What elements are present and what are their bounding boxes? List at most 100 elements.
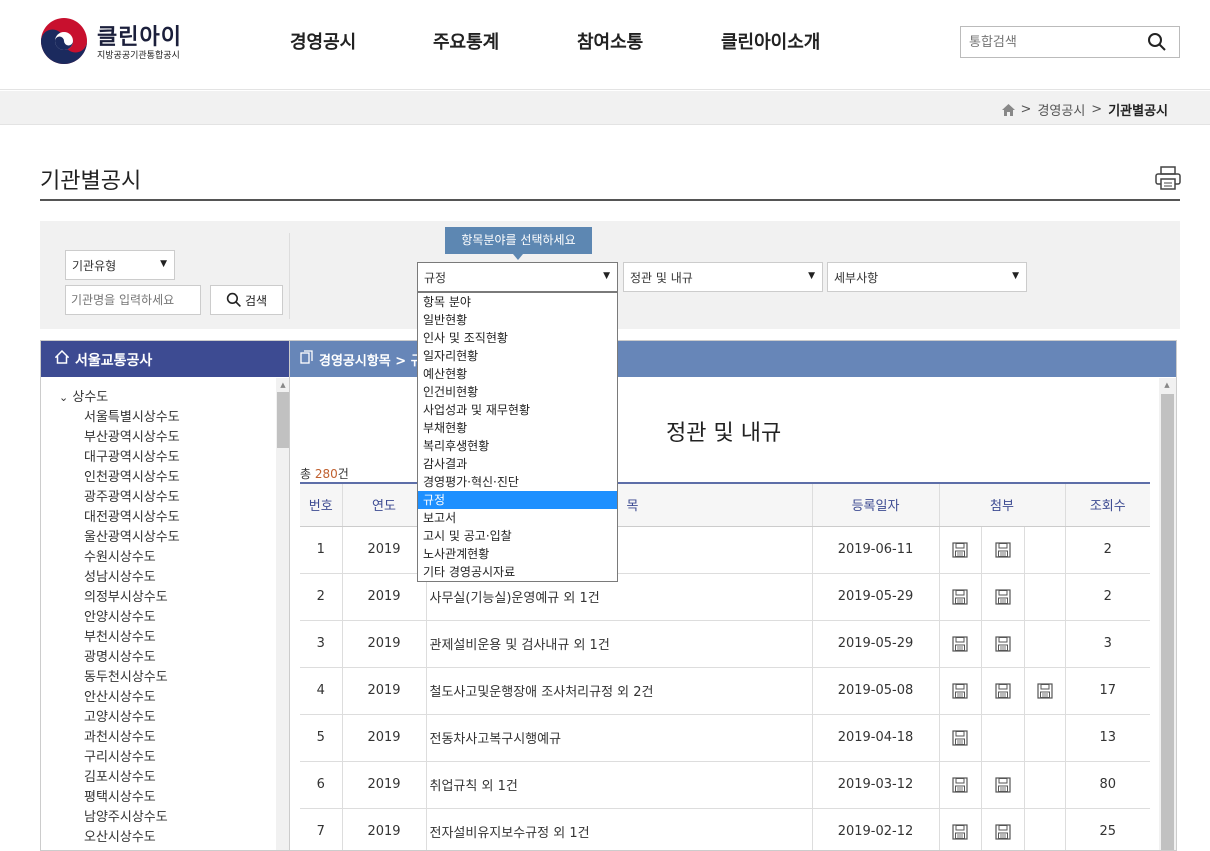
file-download-icon[interactable]: [1036, 682, 1053, 699]
scroll-up-icon[interactable]: ▲: [278, 380, 288, 390]
scroll-up-icon[interactable]: ▲: [1162, 380, 1172, 390]
row-title[interactable]: 철도사고및운행장애 조사처리규정 외 2건: [425, 667, 812, 715]
category-option[interactable]: 인건비현황: [418, 383, 617, 401]
category-option[interactable]: 감사결과: [418, 455, 617, 473]
row-title[interactable]: 전자설비유지보수규정 외 1건: [425, 808, 812, 850]
tree-item[interactable]: 광주광역시상수도: [84, 486, 180, 505]
file-download-icon[interactable]: [952, 776, 968, 793]
category-option[interactable]: 예산현황: [418, 365, 617, 383]
total-number: 280: [314, 467, 338, 481]
breadcrumb: > 경영공시 > 기관별공시: [1001, 100, 1168, 119]
tree-item[interactable]: 인천광역시상수도: [84, 466, 180, 485]
category-option[interactable]: 기타 경영공시자료: [418, 563, 617, 581]
tree-item[interactable]: 부천시상수도: [84, 626, 156, 645]
tree-item[interactable]: 대전광역시상수도: [84, 506, 180, 525]
global-search-input[interactable]: [961, 27, 1141, 57]
file-download-icon[interactable]: [952, 541, 968, 558]
tree-item[interactable]: 평택시상수도: [84, 786, 156, 805]
tree-item[interactable]: 부산광역시상수도: [84, 426, 180, 445]
site-logo[interactable]: 클린아이 지방공공기관통합공시: [40, 17, 200, 67]
attachment-cell: [1023, 667, 1066, 715]
file-download-icon[interactable]: [952, 635, 968, 652]
category-option[interactable]: 경영평가·혁신·진단: [418, 473, 617, 491]
category-option[interactable]: 부채현황: [418, 419, 617, 437]
org-search-button[interactable]: 검색: [210, 285, 283, 315]
tree-root[interactable]: ⌄ 상수도: [59, 386, 108, 405]
column-header-views: 조회수: [1064, 482, 1151, 527]
tree-item[interactable]: 시흥시상수도: [84, 846, 156, 850]
detail-select[interactable]: 세부사항 ▼: [827, 262, 1027, 292]
page-title: 기관별공시: [40, 169, 142, 194]
subcategory-select[interactable]: 정관 및 내규 ▼: [623, 262, 823, 292]
table-row: 7 2019 전자설비유지보수규정 외 1건 2019-02-12 25: [300, 808, 1151, 850]
tree-item[interactable]: 수원시상수도: [84, 546, 156, 565]
file-download-icon[interactable]: [994, 682, 1011, 699]
file-download-icon[interactable]: [994, 588, 1011, 605]
file-download-icon[interactable]: [952, 588, 968, 605]
scroll-thumb[interactable]: [1161, 394, 1174, 850]
file-download-icon[interactable]: [994, 635, 1011, 652]
file-download-icon[interactable]: [952, 823, 968, 840]
site-header: 클린아이 지방공공기관통합공시 경영공시 주요통계 참여소통 클린아이소개: [0, 0, 1210, 90]
tree-item[interactable]: 의정부시상수도: [84, 586, 168, 605]
file-download-icon[interactable]: [952, 682, 968, 699]
search-icon[interactable]: [1147, 32, 1167, 52]
row-views: 3: [1064, 620, 1151, 668]
scroll-thumb[interactable]: [277, 392, 289, 448]
table-row: 5 2019 전동차사고복구시행예규 2019-04-18 13: [300, 714, 1151, 762]
breadcrumb-separator: >: [1091, 102, 1103, 117]
org-tree-scrollbar[interactable]: ▲: [276, 378, 289, 850]
tree-item[interactable]: 안산시상수도: [84, 686, 156, 705]
tree-item[interactable]: 광명시상수도: [84, 646, 156, 665]
file-download-icon[interactable]: [952, 729, 968, 746]
tree-item[interactable]: 울산광역시상수도: [84, 526, 180, 545]
file-download-icon[interactable]: [994, 776, 1011, 793]
print-icon[interactable]: [1155, 166, 1181, 190]
nav-management-disclosure[interactable]: 경영공시: [290, 28, 356, 54]
tree-item[interactable]: 고양시상수도: [84, 706, 156, 725]
category-option[interactable]: 일반현황: [418, 311, 617, 329]
tree-item[interactable]: 서울특별시상수도: [84, 406, 180, 425]
tree-item[interactable]: 남양주시상수도: [84, 806, 168, 825]
category-option[interactable]: 일자리현황: [418, 347, 617, 365]
nav-about[interactable]: 클린아이소개: [721, 28, 820, 54]
tree-item[interactable]: 성남시상수도: [84, 566, 156, 585]
tree-item[interactable]: 오산시상수도: [84, 826, 156, 845]
row-views: 2: [1064, 573, 1151, 621]
category-option[interactable]: 인사 및 조직현황: [418, 329, 617, 347]
tree-item[interactable]: 안양시상수도: [84, 606, 156, 625]
disclosure-scrollbar[interactable]: ▲: [1159, 378, 1176, 850]
tree-item[interactable]: 구리시상수도: [84, 746, 156, 765]
row-title[interactable]: 관제설비운용 및 검사내규 외 1건: [425, 620, 812, 668]
row-date: 2019-04-18: [811, 714, 939, 762]
tree-item[interactable]: 김포시상수도: [84, 766, 156, 785]
tree-item[interactable]: 과천시상수도: [84, 726, 156, 745]
row-views: 13: [1064, 714, 1151, 762]
row-no: 5: [300, 714, 342, 762]
category-option[interactable]: 노사관계현황: [418, 545, 617, 563]
category-option[interactable]: 고시 및 공고·입찰: [418, 527, 617, 545]
org-name-input[interactable]: [65, 285, 201, 315]
tree-item[interactable]: 대구광역시상수도: [84, 446, 180, 465]
attachment-cell: [938, 714, 981, 762]
org-type-select[interactable]: 기관유형 ▼: [65, 250, 175, 280]
tree-item[interactable]: 동두천시상수도: [84, 666, 168, 685]
category-select[interactable]: 규정 ▼: [417, 262, 618, 292]
row-date: 2019-02-12: [811, 808, 939, 850]
category-option[interactable]: 사업성과 및 재무현황: [418, 401, 617, 419]
nav-key-statistics[interactable]: 주요통계: [433, 28, 499, 54]
breadcrumb-item[interactable]: 경영공시: [1037, 100, 1085, 119]
category-option[interactable]: 보고서: [418, 509, 617, 527]
home-icon[interactable]: [1001, 103, 1015, 116]
file-download-icon[interactable]: [994, 541, 1011, 558]
file-download-icon[interactable]: [994, 823, 1011, 840]
category-option[interactable]: 복리후생현황: [418, 437, 617, 455]
tree-root-label: 상수도: [72, 390, 109, 405]
category-option[interactable]: 항목 분야: [418, 293, 617, 311]
row-no: 3: [300, 620, 342, 668]
nav-participation[interactable]: 참여소통: [577, 28, 643, 54]
category-option[interactable]: 규정: [418, 491, 617, 509]
row-title[interactable]: 취업규칙 외 1건: [425, 761, 812, 809]
row-title[interactable]: 전동차사고복구시행예규: [425, 714, 812, 762]
org-type-value: 기관유형: [72, 259, 117, 273]
